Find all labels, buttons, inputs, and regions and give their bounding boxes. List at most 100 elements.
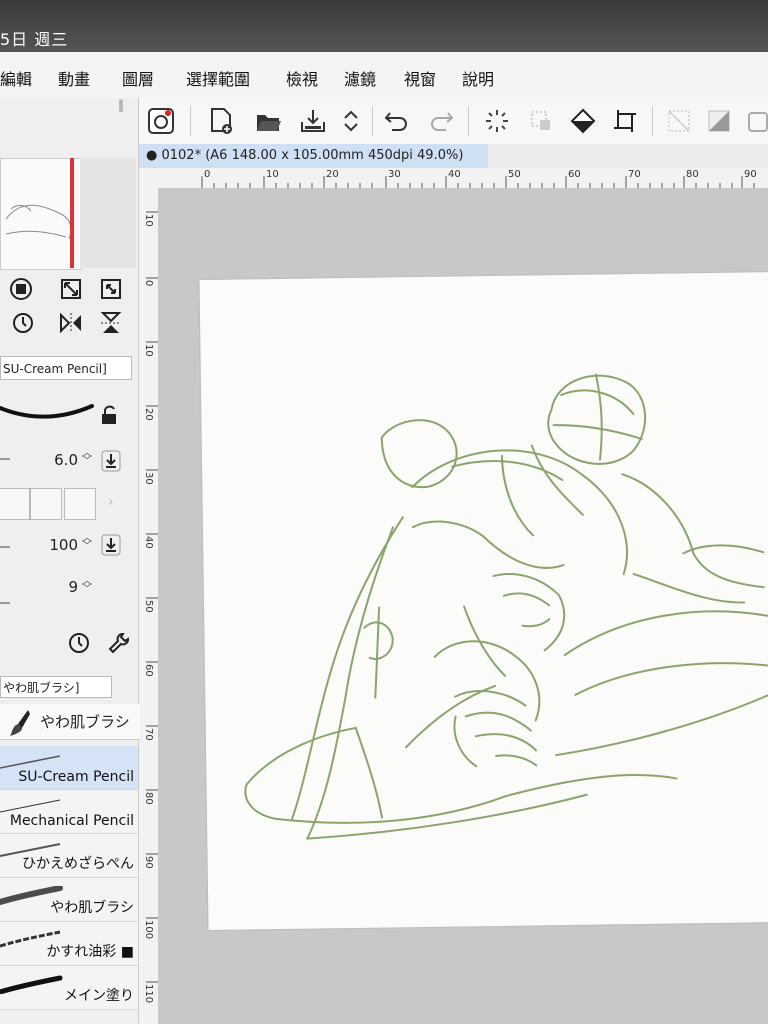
opacity-icon[interactable] [702, 104, 736, 138]
ruler-tick-label: 10 [143, 214, 154, 227]
document-tabbar: ● 0102* (A6 148.00 x 105.00mm 450dpi 49.… [138, 144, 768, 168]
chevron-right-icon[interactable]: › [108, 494, 114, 510]
undo-icon[interactable] [380, 104, 414, 138]
document-tab[interactable]: ● 0102* (A6 148.00 x 105.00mm 450dpi 49.… [138, 144, 488, 168]
size-download-icon[interactable] [98, 448, 124, 474]
stabilizer-icon[interactable] [66, 630, 92, 656]
size-slider-track[interactable] [0, 458, 10, 460]
clear-selection-icon[interactable] [524, 104, 558, 138]
ruler-tick-label: 60 [568, 169, 581, 180]
brush-third-value[interactable]: 9 [38, 578, 78, 596]
ruler-tick-label: 30 [388, 169, 401, 180]
ruler-tick-label: 50 [508, 169, 521, 180]
panel-grip-icon[interactable]: ‖ [118, 98, 126, 118]
tab-dot-icon: ● [146, 148, 162, 163]
menu-selection[interactable]: 選擇範圍 [186, 66, 250, 90]
canvas-area[interactable] [158, 188, 768, 1024]
new-file-icon[interactable] [204, 104, 238, 138]
system-bar: 5日 週三 [0, 0, 768, 52]
flip-vertical-icon[interactable] [98, 310, 124, 336]
brush-item-label: かすれ油彩 ■ [46, 944, 134, 960]
brush-stroke-sample [0, 975, 63, 994]
ruler-tick-label: 20 [143, 408, 154, 421]
sub-tool-group-tab[interactable]: やわ肌ブラシ] [0, 676, 112, 698]
menu-view[interactable]: 檢視 [286, 66, 318, 90]
lock-icon[interactable] [96, 402, 122, 428]
ruler-tick-label: 20 [326, 169, 339, 180]
zoom-out-icon[interactable] [98, 276, 124, 302]
fill-icon[interactable] [566, 104, 600, 138]
vertical-ruler: 10 0 10 20 30 40 50 60 70 80 90 100 110 [138, 188, 159, 1024]
menu-bar: 編輯 動畫 圖層 選擇範圍 檢視 濾鏡 視窗 說明 [0, 52, 768, 99]
brush-item-label: メイン塗り [64, 988, 134, 1004]
ruler-tick-label: 60 [143, 664, 154, 677]
opacity-spinner-icon[interactable]: ︿ ﹀ [82, 534, 92, 552]
ruler-tick-label: 70 [143, 728, 154, 741]
ruler-tick-label: 40 [143, 536, 154, 549]
stop-icon[interactable] [8, 276, 34, 302]
drawing-canvas[interactable] [199, 271, 768, 931]
opacity-download-icon[interactable] [98, 532, 124, 558]
size-spinner-icon[interactable]: ︿ ﹀ [82, 449, 92, 467]
ruler-tick-label: 70 [628, 169, 641, 180]
loading-icon[interactable] [480, 104, 514, 138]
flip-horizontal-icon[interactable] [58, 310, 84, 336]
ruler-tick-label: 50 [143, 600, 154, 613]
brush-tip-slot[interactable] [64, 488, 96, 520]
sketch-lines [244, 373, 768, 840]
document-tab-label: 0102* (A6 148.00 x 105.00mm 450dpi 49.0%… [161, 148, 464, 163]
menu-layer[interactable]: 圖層 [122, 66, 154, 90]
brush-item-label: ひかえめざらぺん [22, 856, 134, 872]
brush-opacity-value[interactable]: 100 [38, 536, 78, 554]
brush-tip-slot[interactable] [30, 488, 62, 520]
ruler-tick-label: 90 [744, 169, 757, 180]
ruler-tick-label: 40 [448, 169, 461, 180]
ruler-tick-label: 30 [143, 472, 154, 485]
ruler-tick-label: 80 [143, 792, 154, 805]
brush-size-value[interactable]: 6.0 [38, 451, 78, 469]
app-logo-icon[interactable] [144, 104, 178, 138]
crop-icon[interactable] [608, 104, 642, 138]
menu-animation[interactable]: 動畫 [58, 66, 90, 90]
brush-item-kasure-oil[interactable]: かすれ油彩 ■ [0, 922, 138, 966]
open-folder-icon[interactable] [252, 104, 286, 138]
menu-filter[interactable]: 濾鏡 [344, 66, 376, 90]
rotate-reset-icon[interactable] [10, 310, 36, 336]
active-sub-tool[interactable]: やわ肌ブラシ [0, 704, 140, 740]
active-sub-tool-label: やわ肌ブラシ [40, 713, 130, 731]
brush-item-mechanical-pencil[interactable]: Mechanical Pencil [0, 790, 138, 834]
brush-item-hikaeme-zarapen[interactable]: ひかえめざらぺん [0, 834, 138, 878]
brush-name-field: SU-Cream Pencil] [0, 356, 132, 380]
frame-icon[interactable] [740, 104, 768, 138]
zoom-in-icon[interactable] [58, 276, 84, 302]
menu-help[interactable]: 說明 [462, 66, 494, 90]
transform-icon[interactable] [662, 104, 696, 138]
ruler-tick-label: 80 [686, 169, 699, 180]
brush-tip-slot[interactable] [0, 488, 30, 520]
ruler-tick-label: 100 [143, 920, 154, 940]
navigator-sidebar [80, 158, 136, 268]
ruler-tick-label: 10 [143, 344, 154, 357]
third-spinner-icon[interactable]: ︿ ﹀ [82, 577, 92, 595]
brush-item-label: Mechanical Pencil [9, 813, 134, 829]
redo-icon[interactable] [424, 104, 458, 138]
brush-item-su-cream-pencil[interactable]: SU-Cream Pencil [0, 746, 138, 790]
system-clock: 5日 週三 [0, 30, 69, 49]
ruler-tick-label: 110 [143, 984, 154, 1004]
third-slider-track[interactable] [0, 602, 10, 604]
menu-edit[interactable]: 編輯 [0, 66, 32, 90]
save-icon[interactable] [296, 104, 330, 138]
brush-item-label: やわ肌ブラシ [50, 900, 134, 916]
brush-item-label: SU-Cream Pencil [18, 769, 134, 785]
brush-item-main-nuri[interactable]: メイン塗り [0, 966, 138, 1010]
navigator-view-indicator [70, 158, 74, 268]
brush-item-yawahada-brush[interactable]: やわ肌ブラシ [0, 878, 138, 922]
stepper-icon[interactable] [334, 104, 368, 138]
opacity-slider-track[interactable] [0, 546, 10, 548]
wrench-icon[interactable] [106, 630, 132, 656]
ruler-tick-label: 0 [143, 280, 154, 287]
ruler-tick-label: 10 [266, 169, 279, 180]
ruler-tick-label: 90 [143, 856, 154, 869]
ruler-tick-label: 0 [204, 169, 211, 180]
menu-window[interactable]: 視窗 [404, 66, 436, 90]
